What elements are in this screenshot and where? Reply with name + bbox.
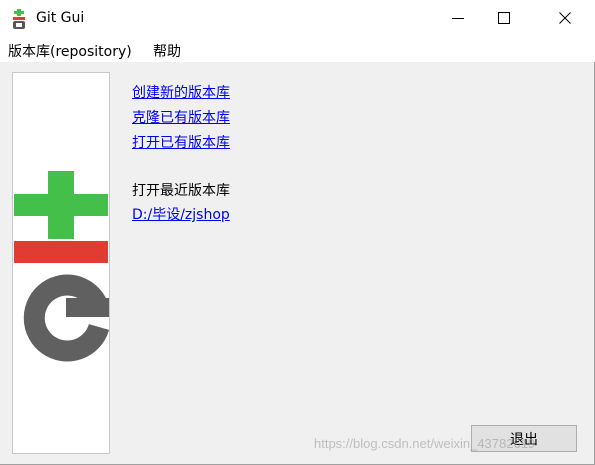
watermark: https://blog.csdn.net/weixin_43782619 (314, 436, 536, 451)
menu-repository[interactable]: 版本库(repository) (8, 41, 132, 61)
minimize-button[interactable] (435, 0, 481, 36)
menu-bar: 版本库(repository) 帮助 (0, 36, 595, 62)
git-logo-panel (12, 72, 110, 454)
maximize-button[interactable] (481, 0, 527, 36)
window-title: Git Gui (36, 10, 85, 26)
minimize-icon (452, 18, 464, 19)
open-existing-repo-link[interactable]: 打开已有版本库 (132, 132, 230, 152)
recent-repo-link[interactable]: D:/毕设/zjshop (132, 204, 230, 224)
create-new-repo-link[interactable]: 创建新的版本库 (132, 82, 230, 102)
maximize-icon (498, 12, 510, 24)
close-icon (559, 12, 571, 24)
recent-repos-label: 打开最近版本库 (132, 183, 230, 199)
git-logo-icon (14, 171, 110, 362)
git-gui-app-icon (13, 9, 25, 29)
title-bar: Git Gui (0, 0, 595, 36)
close-button[interactable] (541, 0, 589, 36)
clone-existing-repo-link[interactable]: 克隆已有版本库 (132, 107, 230, 127)
menu-help[interactable]: 帮助 (153, 41, 181, 61)
